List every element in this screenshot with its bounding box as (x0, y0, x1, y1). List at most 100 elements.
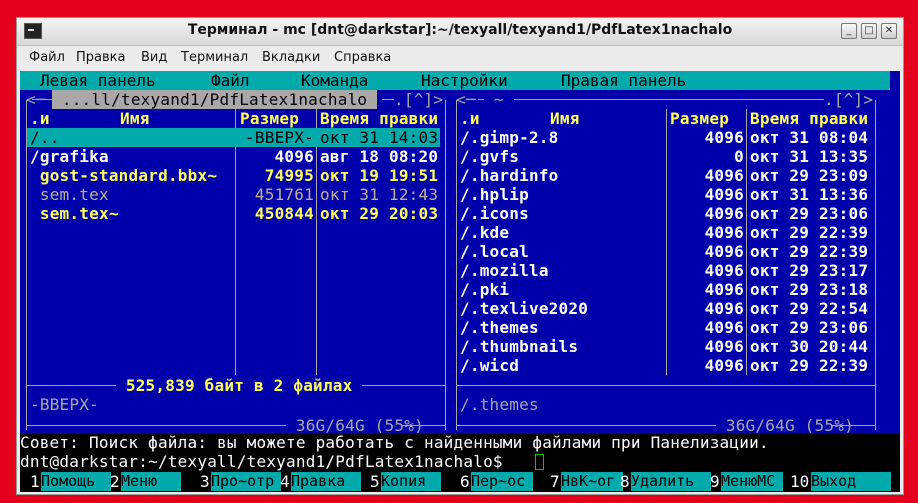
right-panel-path[interactable]: ~ (484, 90, 514, 109)
fkey-label: МенюMC (721, 472, 783, 491)
fkey-number: 3 (200, 472, 210, 491)
right-file-name: /.hardinfo (460, 166, 559, 185)
left-file-size: -ВВЕРХ- (245, 128, 314, 147)
right-file-mtime: окт 30 20:44 (750, 337, 869, 356)
fkey-number: 9 (710, 472, 720, 491)
mc-menu-options[interactable]: Настройки (421, 71, 508, 90)
right-file-mtime: окт 29 22:39 (750, 242, 869, 261)
left-file-mtime: окт 19 19:51 (320, 166, 439, 185)
left-file-mtime: авг 18 08:20 (320, 147, 439, 166)
fkey-number: 1 (30, 472, 40, 491)
fkey-label: НвК~ог (561, 472, 623, 491)
right-header-mtime[interactable]: Время правки (750, 109, 868, 128)
fkey-number: 8 (620, 472, 630, 491)
mc-top-menu: Левая панель Файл Команда Настройки Прав… (20, 71, 890, 90)
right-file-size: 4096 (704, 204, 744, 223)
maximize-button[interactable]: □ (861, 23, 877, 39)
mc-menu-left-panel[interactable]: Левая панель (40, 71, 156, 90)
right-header-name[interactable]: Имя (550, 109, 580, 128)
left-file-mtime: окт 31 12:43 (320, 185, 439, 204)
menu-help[interactable]: Справка (334, 50, 391, 65)
right-file-size: 4096 (704, 166, 744, 185)
mc-menu-file[interactable]: Файл (211, 71, 250, 90)
left-file-size: 451761 (254, 185, 314, 204)
left-header-mtime[interactable]: Время правки (320, 109, 438, 128)
right-file-mtime: окт 31 13:36 (750, 185, 869, 204)
right-header-sort[interactable]: .и (460, 109, 480, 128)
left-panel-controls[interactable]: .[^]> (394, 90, 443, 109)
left-file-size: 4096 (274, 147, 314, 166)
right-file-name: /.gimp-2.8 (460, 128, 559, 147)
fkey-number: 6 (460, 472, 470, 491)
left-file-size: 74995 (264, 166, 314, 185)
right-file-name: /.icons (460, 204, 529, 223)
mc-menu-command[interactable]: Команда (301, 71, 368, 90)
right-panel-status: /.themes (460, 395, 539, 414)
close-button[interactable]: ✕ (881, 23, 897, 39)
left-file-name: sem.tex~ (30, 204, 119, 223)
left-file-size: 450844 (254, 204, 314, 223)
left-panel-summary: 525,839 байт в 2 файлах (116, 376, 363, 395)
left-header-name[interactable]: Имя (120, 109, 150, 128)
menu-file[interactable]: Файл (29, 50, 65, 65)
window-title: Терминал - mc [dnt@darkstar]:~/texyall/t… (187, 22, 733, 38)
right-file-size: 4096 (704, 356, 744, 375)
fkey-label: Удалить (631, 472, 711, 491)
right-header-size[interactable]: Размер (670, 109, 729, 128)
fkey-number: 10 (790, 472, 810, 491)
menu-view[interactable]: Вид (141, 50, 167, 65)
mc-screen[interactable]: Левая панель Файл Команда Настройки Прав… (20, 71, 900, 492)
fkey-label: Меню (121, 472, 181, 491)
right-file-mtime: окт 29 22:39 (750, 356, 869, 375)
left-header-sort[interactable]: .и (30, 109, 50, 128)
menu-tabs[interactable]: Вкладки (262, 50, 320, 65)
right-panel-controls[interactable]: .[^]> (824, 90, 873, 109)
menu-edit[interactable]: Правка (76, 50, 125, 65)
right-file-mtime: окт 29 23:06 (750, 318, 869, 337)
right-file-name: /.texlive2020 (460, 299, 589, 318)
left-panel-status: -ВВЕРХ- (30, 395, 99, 414)
right-file-mtime: окт 29 22:39 (750, 223, 869, 242)
right-file-size: 4096 (704, 223, 744, 242)
function-key-bar: 1 Помощь 2 Меню 3 Про~отр 4 Правка 5 Копия 6 Пер~ос… (20, 471, 900, 492)
left-file-name: /.. (30, 128, 60, 147)
left-file-mtime: окт 31 14:03 (320, 128, 439, 147)
fkey-label: Копия (381, 472, 441, 491)
fkey-label: Про~отр (211, 472, 281, 491)
right-file-mtime: окт 29 23:18 (750, 280, 869, 299)
text-cursor (535, 454, 544, 470)
right-file-size: 4096 (704, 318, 744, 337)
right-file-size: 4096 (704, 242, 744, 261)
left-panel-corner: <─ (26, 90, 46, 109)
right-file-name: /.themes (460, 318, 539, 337)
mc-menu-right-panel[interactable]: Правая панель (561, 71, 686, 90)
right-file-name: /.hplip (460, 185, 529, 204)
left-panel-path[interactable]: ...ll/texyand1/PdfLatex1nachalo (52, 90, 378, 109)
left-file-name: /grafika (30, 147, 109, 166)
screenshot-frame: Терминал - mc [dnt@darkstar]:~/texyall/t… (6, 6, 912, 497)
shell-prompt: dnt@darkstar:~/texyall/texyand1/PdfLatex… (20, 452, 513, 471)
left-file-name: gost-standard.bbx~ (30, 166, 218, 185)
left-header-size[interactable]: Размер (240, 109, 299, 128)
terminal-menubar: Файл Правка Вид Терминал Вкладки Справка (17, 46, 903, 68)
right-file-size: 4096 (704, 185, 744, 204)
title-bar[interactable]: Терминал - mc [dnt@darkstar]:~/texyall/t… (17, 18, 903, 46)
fkey-label: Правка (291, 472, 361, 491)
command-line[interactable]: dnt@darkstar:~/texyall/texyand1/PdfLatex… (20, 452, 900, 471)
right-file-name: /.wicd (460, 356, 520, 375)
right-file-name: /.mozilla (460, 261, 549, 280)
minimize-button[interactable]: _ (841, 23, 857, 39)
hint-text: Совет: Поиск файла: вы можете работать с… (20, 433, 769, 452)
fkey-number: 2 (110, 472, 120, 491)
right-file-mtime: окт 29 23:06 (750, 204, 869, 223)
fkey-number: 4 (280, 472, 290, 491)
menu-terminal[interactable]: Терминал (181, 50, 248, 65)
right-file-size: 4096 (704, 299, 744, 318)
right-file-size: 4096 (704, 261, 744, 280)
fkey-label: Помощь (41, 472, 111, 491)
terminal-window: Терминал - mc [dnt@darkstar]:~/texyall/t… (16, 17, 904, 495)
fkey-number: 5 (370, 472, 380, 491)
left-file-mtime: окт 29 20:03 (320, 204, 439, 223)
fkey-label: Пер~ос (471, 472, 533, 491)
hint-bar: Совет: Поиск файла: вы можете работать с… (20, 433, 900, 452)
